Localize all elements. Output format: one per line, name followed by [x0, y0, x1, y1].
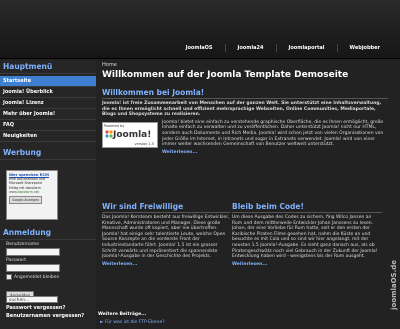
remember-label: Angemeldet bleiben — [14, 274, 60, 280]
read-more-link[interactable]: Weiterlesen... — [232, 262, 382, 267]
article-heading[interactable]: Willkommen bei Joomla! — [102, 88, 388, 99]
menu-item-startseite[interactable]: Startseite — [0, 76, 96, 87]
login-heading: Anmeldung — [0, 226, 96, 240]
menu-item-more[interactable]: Mehr über Joomla! — [0, 109, 96, 120]
username-input[interactable] — [6, 248, 60, 256]
joomla-logo-icon — [105, 130, 113, 138]
read-more-link[interactable]: Weiterlesen... — [102, 262, 230, 267]
menu-item-faq[interactable]: FAQ — [0, 120, 96, 131]
ftp-link-label[interactable]: Für was ist die FTP-Ebene? — [105, 320, 165, 325]
ads-heading: Werbung — [0, 146, 96, 160]
google-ads-badge[interactable]: Google-Anzeigen — [9, 196, 43, 205]
article-heading[interactable]: Bleib beim Code! — [232, 202, 382, 213]
article-welcome: Willkommen bei Joomla! Joomla! ist freie… — [102, 88, 388, 155]
article-text: Joomla! ist freie Zusammenarbeit von Men… — [102, 101, 382, 118]
google-ad[interactable]: Wer sprechen ECM eine documention und Mi… — [6, 170, 58, 220]
topnav-item[interactable]: JoomlaOS — [174, 44, 225, 52]
password-input[interactable] — [6, 264, 60, 272]
article-text: Um diese Ausgabe des Codes zu sichern, f… — [232, 215, 378, 260]
article-volunteers: Wir sind Freiwillige Das Joomla! Kerntea… — [102, 202, 230, 267]
main-menu-heading: Hauptmenü — [0, 60, 96, 74]
menu-item-news[interactable]: Neuigkeiten — [0, 131, 96, 142]
topnav-item[interactable]: Joomla24 — [224, 44, 276, 52]
username-label: Benutzername — [6, 242, 39, 247]
breadcrumb[interactable]: Home — [102, 62, 388, 68]
topnav-item[interactable]: Webjobber — [336, 44, 392, 52]
read-more-link[interactable]: Weiterlesen... — [102, 150, 388, 155]
ad-url[interactable]: www.docuform.net — [9, 190, 55, 194]
watermark: joomlaOS.de — [390, 260, 398, 310]
sidebar: Hauptmenü Startseite Joomla! Überblick J… — [0, 60, 96, 329]
remember-me: Angemeldet bleiben — [6, 274, 90, 280]
topnav-item[interactable]: Joomlaportal — [275, 44, 337, 52]
article-code: Bleib beim Code! Um diese Ausgabe des Co… — [232, 202, 382, 267]
main-content: Home Willkommen auf der Joomla Template … — [98, 60, 392, 329]
more-posts-heading: Weitere Beiträge... — [98, 312, 147, 317]
forgot-username-link[interactable]: Benutzernamen vergessen? — [6, 313, 90, 319]
menu-item-license[interactable]: Joomla! Lizenz — [0, 98, 96, 109]
top-nav: JoomlaOS Joomla24 Joomlaportal Webjobber — [174, 44, 392, 52]
badge-powered: Powered by — [104, 123, 125, 128]
badge-logo: Joomla! — [113, 129, 152, 140]
article-heading[interactable]: Wir sind Freiwillige — [102, 202, 230, 213]
main-menu: Startseite Joomla! Überblick Joomla! Liz… — [0, 76, 96, 142]
joomla-badge: Powered by Joomla! version 1.5 — [102, 121, 158, 148]
page: JoomlaOS Joomla24 Joomlaportal Webjobber… — [0, 0, 400, 329]
page-title: Willkommen auf der Joomla Template Demos… — [102, 70, 349, 80]
menu-item-overview[interactable]: Joomla! Überblick — [0, 87, 96, 98]
remember-checkbox[interactable] — [6, 274, 12, 280]
header: JoomlaOS Joomla24 Joomlaportal Webjobber — [0, 0, 400, 59]
password-label: Passwort — [6, 258, 27, 263]
badge-version: version 1.5 — [134, 141, 155, 146]
article-text: Das Joomla! Kernteam besteht aus freiwil… — [102, 215, 230, 260]
forgot-password-link[interactable]: Passwort vergessen? — [6, 305, 90, 311]
ftp-link[interactable]: ► Für was ist die FTP-Ebene? — [100, 320, 165, 325]
search-input[interactable]: suchen... — [6, 296, 58, 303]
